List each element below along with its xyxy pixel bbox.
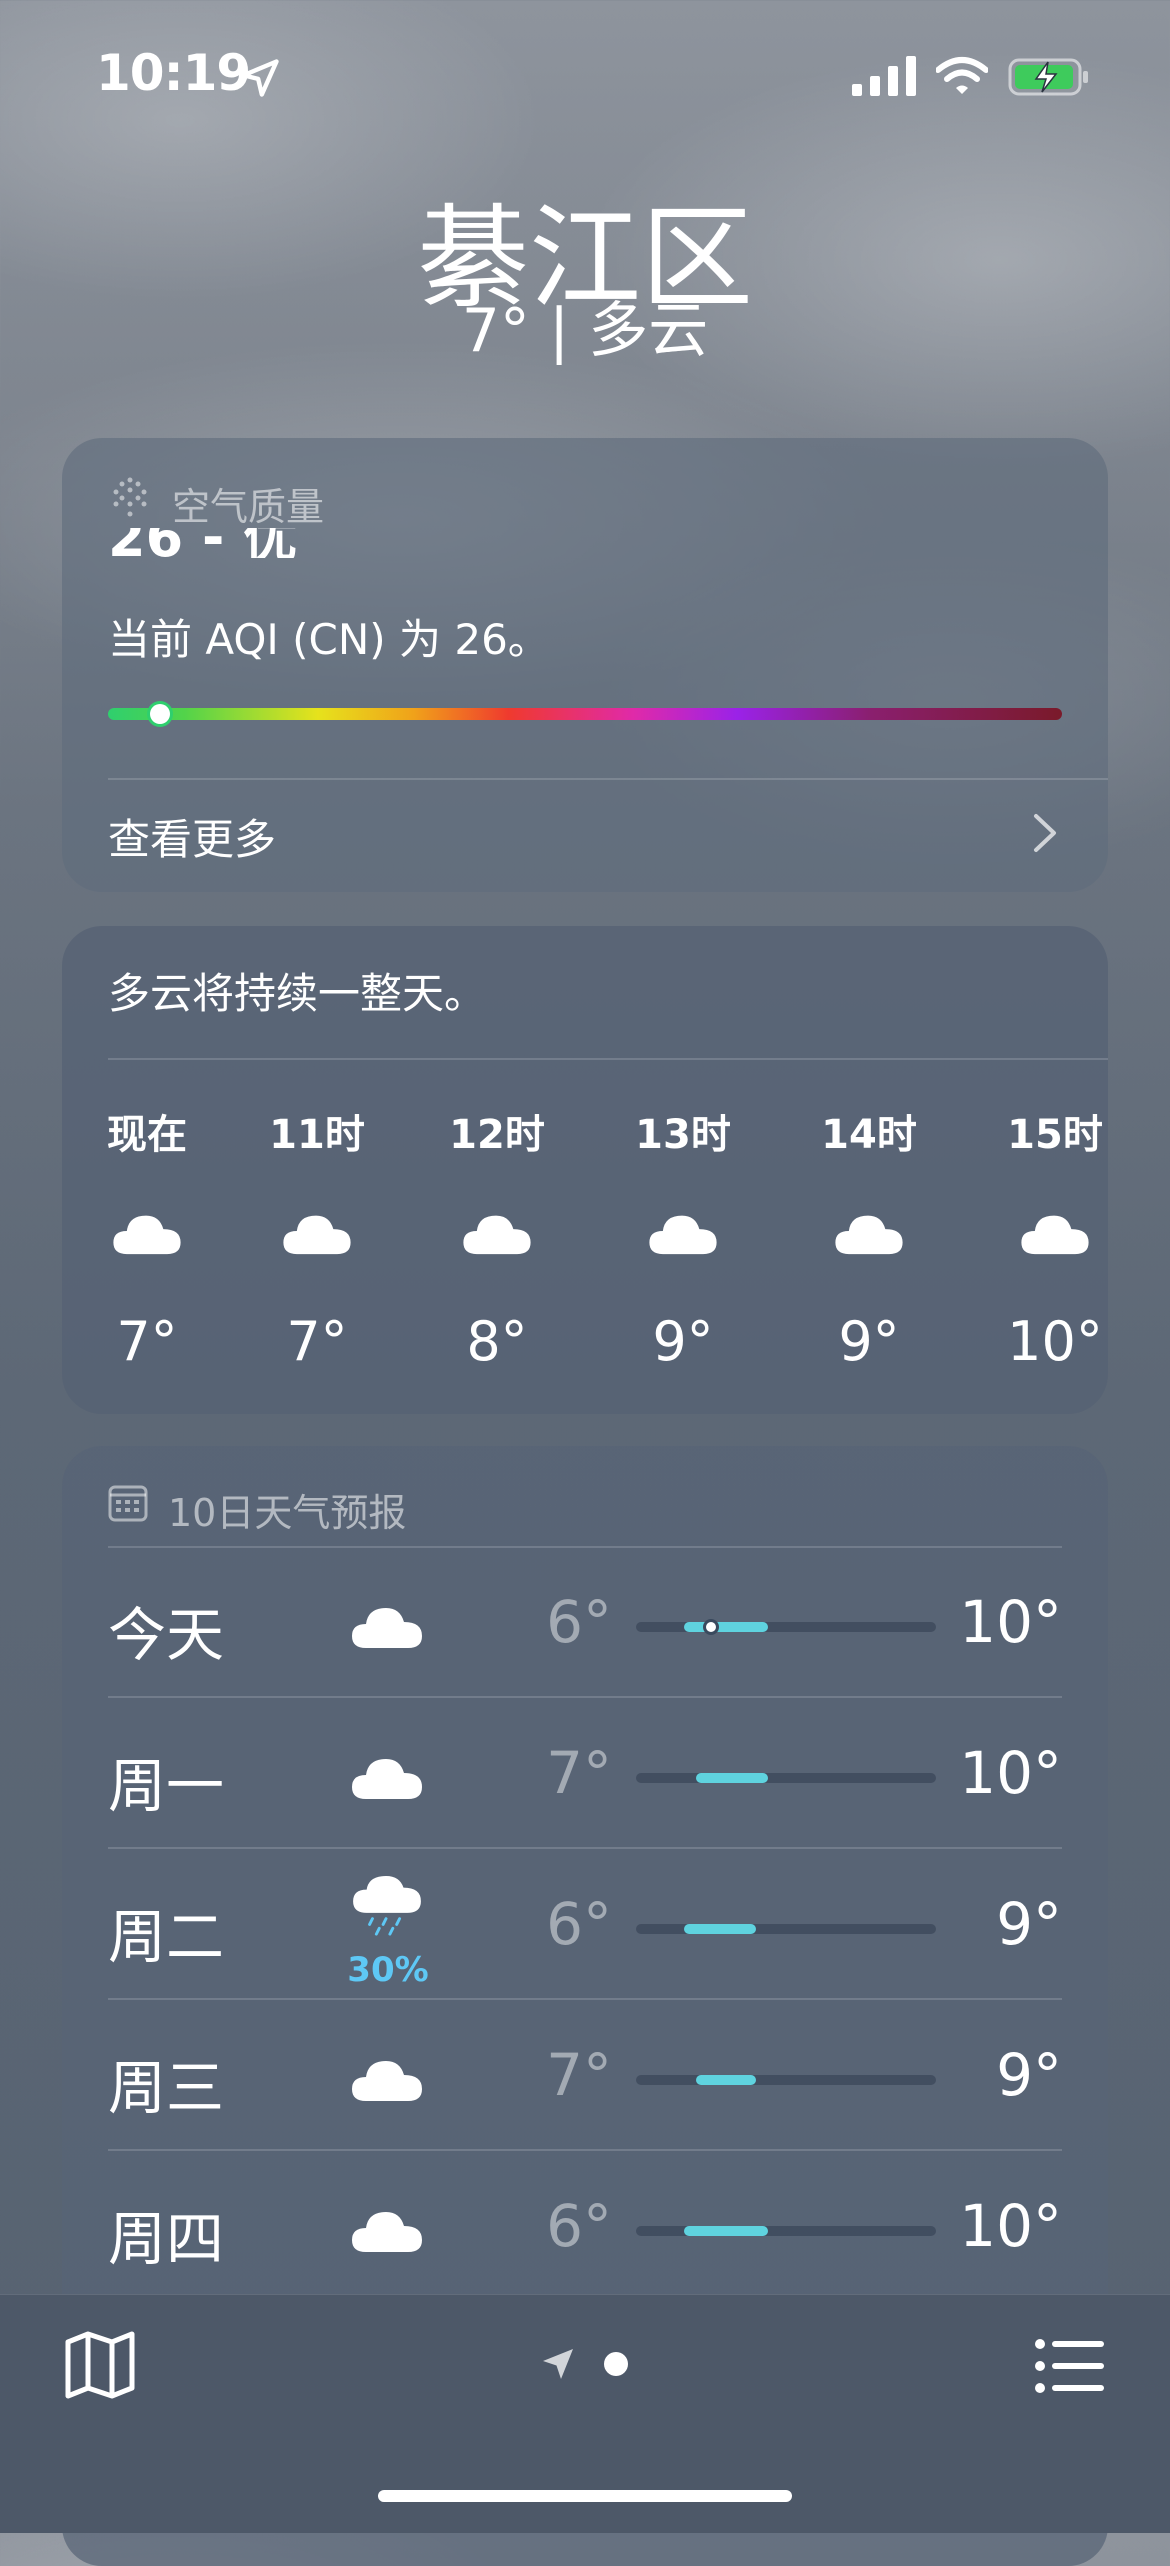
temperature-range-bar [684, 1622, 768, 1632]
forecast-day: 今天 [108, 1601, 225, 1669]
temperature-range-bar [684, 1924, 756, 1934]
hour-temperature: 9° [652, 1310, 714, 1373]
cloud-icon [352, 1759, 422, 1799]
air-quality-card[interactable]: 空气质量 26 - 优 当前 AQI (CN) 为 26。 查看更多 [62, 438, 1108, 892]
current-temperature-marker [703, 1619, 719, 1635]
hour-label: 15时 [1007, 1112, 1103, 1158]
forecast-row[interactable]: 周三 7° 9° [108, 2001, 1062, 2151]
hourly-item: 15时 10° [980, 1102, 1108, 1373]
cloud-icon [835, 1215, 903, 1255]
hour-temperature: 8° [466, 1310, 528, 1373]
battery-charging-icon [1008, 58, 1088, 96]
forecast-low: 6° [546, 1588, 612, 1656]
aqi-description: 当前 AQI (CN) 为 26。 [108, 615, 550, 664]
divider [108, 1847, 1062, 1849]
air-quality-icon [113, 477, 147, 517]
hourly-item: 现在 7° [72, 1102, 222, 1373]
hour-label: 12时 [449, 1112, 545, 1158]
forecast-high: 10° [959, 1588, 1062, 1656]
forecast-high: 10° [959, 2192, 1062, 2260]
forecast-low: 6° [546, 1890, 612, 1958]
rain-cloud-icon [353, 1876, 421, 1936]
forecast-low: 6° [546, 2192, 612, 2260]
divider [108, 1058, 1108, 1060]
hour-temperature: 9° [838, 1310, 900, 1373]
divider [108, 778, 1108, 780]
precipitation-chance: 30% [347, 1950, 429, 1990]
forecast-row[interactable]: 周二 30% 6° 9° [108, 1850, 1062, 2000]
map-icon[interactable] [64, 2330, 136, 2400]
forecast-row[interactable]: 周四 6° 10° [108, 2152, 1062, 2302]
hour-label: 现在 [107, 1112, 187, 1158]
location-arrow-icon [241, 59, 279, 97]
hour-temperature: 10° [1007, 1310, 1103, 1373]
cloud-icon [463, 1215, 531, 1255]
current-condition: 7° | 多云 [461, 296, 709, 366]
hourly-forecast-card[interactable]: 多云将持续一整天。 现在 7° 11时 7° 12时 8° 13时 9° 14时 9° 15时 10° [62, 926, 1108, 1414]
status-time: 10:19 [96, 44, 251, 102]
forecast-day: 周三 [108, 2054, 225, 2122]
aqi-indicator [150, 704, 171, 724]
hourly-summary: 多云将持续一整天。 [108, 969, 487, 1018]
forecast-high: 9° [996, 1890, 1062, 1958]
cloud-icon [352, 2212, 422, 2252]
temperature-range-track [636, 2075, 936, 2085]
cloud-icon [113, 1215, 181, 1255]
city-list-icon[interactable] [1034, 2336, 1106, 2396]
cellular-signal-icon [852, 56, 916, 96]
cloud-icon [352, 2061, 422, 2101]
temperature-range-track [636, 1619, 936, 1635]
forecast-label: 10日天气预报 [168, 1491, 407, 1535]
hour-label: 11时 [269, 1112, 365, 1158]
calendar-icon [108, 1485, 148, 1522]
home-indicator [378, 2490, 792, 2502]
aqi-value: 26 - 优 [108, 528, 297, 558]
forecast-day: 周二 [108, 1903, 225, 1971]
temperature-range-bar [696, 1773, 768, 1783]
hour-label: 13时 [635, 1112, 731, 1158]
current-location-page-icon[interactable] [540, 2346, 576, 2382]
aqi-more-link[interactable]: 查看更多 [108, 806, 276, 867]
temperature-range-track [636, 1773, 936, 1783]
hour-temperature: 7° [116, 1310, 178, 1373]
forecast-high: 9° [996, 2041, 1062, 2109]
forecast-row[interactable]: 周一 7° 10° [108, 1699, 1062, 1849]
hourly-item: 13时 9° [608, 1102, 758, 1373]
forecast-low: 7° [546, 2041, 612, 2109]
divider [108, 1696, 1062, 1698]
divider [108, 2149, 1062, 2151]
forecast-high: 10° [959, 1739, 1062, 1807]
forecast-day: 周一 [108, 1752, 225, 1820]
cloud-icon [283, 1215, 351, 1255]
divider [108, 1998, 1062, 2000]
forecast-row[interactable]: 今天 6° 10° [108, 1548, 1062, 1698]
hourly-item: 12时 8° [422, 1102, 572, 1373]
page-indicator-dot[interactable] [604, 2352, 628, 2376]
hour-label: 14时 [821, 1112, 917, 1158]
cloud-icon [352, 1608, 422, 1648]
wifi-icon [936, 57, 988, 94]
temperature-range-track [636, 1924, 936, 1934]
cloud-icon [649, 1215, 717, 1255]
temperature-range-bar [684, 2226, 768, 2236]
hour-temperature: 7° [286, 1310, 348, 1373]
temperature-range-bar [696, 2075, 756, 2085]
forecast-day: 周四 [108, 2205, 225, 2273]
forecast-low: 7° [546, 1739, 612, 1807]
cloud-icon [1021, 1215, 1089, 1255]
temperature-range-track [636, 2226, 936, 2236]
aqi-scale-bar [108, 708, 1062, 720]
chevron-right-icon[interactable] [1030, 812, 1060, 854]
hourly-item: 11时 7° [242, 1102, 392, 1373]
air-quality-label: 空气质量 [172, 485, 325, 529]
hourly-item: 14时 9° [794, 1102, 944, 1373]
